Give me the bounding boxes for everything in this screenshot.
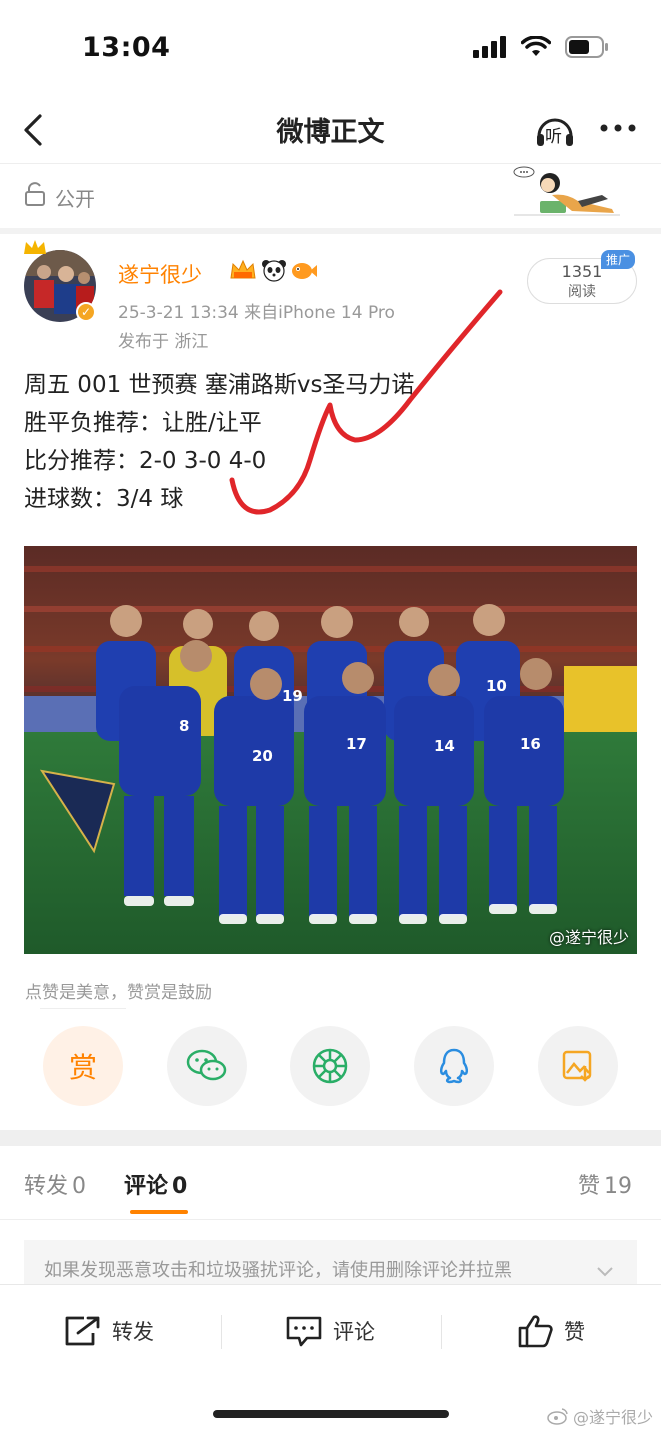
comment-notice[interactable]: 如果发现恶意攻击和垃圾骚扰评论，请使用删除评论并拉黑	[24, 1240, 637, 1284]
post-text-line: 胜平负推荐：让胜/让平	[24, 410, 262, 436]
promo-tag[interactable]: 推广	[601, 250, 636, 269]
interaction-tabs: 转发 0 评论 0 赞 19	[0, 1146, 661, 1220]
reward-button[interactable]: 赏	[43, 1026, 123, 1106]
section-divider	[0, 1130, 661, 1146]
jersey-number: 16	[520, 735, 541, 753]
more-icon[interactable]	[598, 114, 638, 144]
comment-button[interactable]: 评论	[285, 1311, 375, 1351]
status-time: 13:04	[82, 32, 171, 63]
visibility-bar: 公开	[0, 165, 661, 229]
tab-comment-count: 0	[172, 1174, 188, 1199]
battery-icon	[565, 36, 608, 58]
team-photo-image: 8 19 10 20 17 14 16	[24, 546, 637, 954]
share-qq-button[interactable]	[414, 1026, 494, 1106]
vip-crown-badge-icon	[230, 259, 256, 279]
thumbs-up-icon	[518, 1315, 553, 1348]
reward-hint: 点赞是美意，赞赏是鼓励	[25, 983, 212, 1003]
post-text-line: 比分推荐：2-0 3-0 4-0	[24, 448, 267, 474]
visibility-label: 公开	[55, 187, 95, 211]
jersey-number: 10	[486, 677, 507, 695]
bottom-action-bar: 转发 评论 赞	[0, 1284, 661, 1380]
weibo-logo-icon	[547, 1408, 568, 1425]
post-meta: 25-3-21 13:34 来自iPhone 14 Pro	[118, 303, 395, 323]
action-separator	[221, 1315, 222, 1349]
chevron-down-icon	[597, 1267, 613, 1277]
tab-repost-label: 转发	[24, 1174, 69, 1199]
jersey-number: 8	[179, 717, 189, 735]
tab-like[interactable]: 赞 19	[578, 1168, 632, 1200]
nav-bar: 微博正文 听	[0, 100, 661, 164]
unlock-icon	[25, 182, 45, 206]
share-moments-button[interactable]	[290, 1026, 370, 1106]
jersey-number: 17	[346, 735, 367, 753]
hint-divider	[40, 1008, 126, 1009]
status-icons	[473, 36, 609, 58]
fish-badge-icon	[292, 263, 317, 279]
repost-icon	[65, 1316, 100, 1346]
comment-icon	[286, 1316, 322, 1347]
moments-icon	[312, 1048, 348, 1084]
post-photo[interactable]: 8 19 10 20 17 14 16 @遂宁很少	[24, 546, 637, 954]
reading-girl-decoration-icon	[513, 166, 620, 216]
save-image-icon	[562, 1050, 592, 1082]
tab-like-count: 19	[604, 1174, 633, 1199]
crown-icon	[24, 240, 46, 254]
photo-watermark: @遂宁很少	[548, 928, 629, 947]
post-header: ✓ 遂宁很少 25-3-21 13:34 来自iPhone 14 Pro 发布于…	[0, 234, 661, 354]
tab-repost-count: 0	[72, 1174, 87, 1199]
like-label: 赞	[564, 1320, 585, 1344]
listen-button[interactable]: 听	[534, 110, 576, 152]
share-row: 赏	[0, 1026, 661, 1108]
reward-icon: 赏	[68, 1051, 97, 1084]
post-location: 发布于 浙江	[118, 332, 209, 352]
share-wechat-button[interactable]	[167, 1026, 247, 1106]
wechat-icon	[186, 1049, 227, 1081]
signal-icon	[473, 36, 506, 58]
tab-repost[interactable]: 转发 0	[24, 1168, 86, 1200]
repost-button[interactable]: 转发	[64, 1311, 154, 1351]
repost-label: 转发	[112, 1320, 154, 1344]
save-image-button[interactable]	[538, 1026, 618, 1106]
active-tab-indicator	[130, 1210, 188, 1214]
action-separator	[441, 1315, 442, 1349]
verified-badge-icon: ✓	[76, 302, 96, 322]
notice-text: 如果发现恶意攻击和垃圾骚扰评论，请使用删除评论并拉黑	[44, 1260, 512, 1281]
qq-icon	[439, 1048, 469, 1084]
read-label: 阅读	[568, 284, 596, 300]
corner-watermark: @遂宁很少	[547, 1404, 653, 1428]
wifi-icon	[521, 36, 551, 56]
jersey-number: 19	[282, 687, 303, 705]
listen-label: 听	[545, 127, 562, 147]
jersey-number: 14	[434, 737, 455, 755]
post-text: 周五 001 世预赛 塞浦路斯vs圣马力诺 胜平负推荐：让胜/让平 比分推荐：2…	[24, 366, 644, 518]
tab-comment-label: 评论	[124, 1174, 169, 1199]
corner-watermark-text: @遂宁很少	[572, 1408, 653, 1427]
post-text-line: 周五 001 世预赛 塞浦路斯vs圣马力诺	[24, 372, 415, 398]
home-indicator[interactable]	[213, 1410, 449, 1418]
tab-comment[interactable]: 评论 0	[124, 1168, 187, 1200]
like-button[interactable]: 赞	[518, 1311, 585, 1351]
jersey-number: 20	[252, 747, 273, 765]
comment-label: 评论	[333, 1320, 375, 1344]
status-bar: 13:04	[0, 0, 661, 100]
post-text-line: 进球数：3/4 球	[24, 486, 184, 512]
user-badges	[228, 258, 318, 282]
username[interactable]: 遂宁很少	[118, 259, 202, 289]
panda-badge-icon	[262, 260, 286, 282]
tab-like-label: 赞	[578, 1174, 601, 1199]
